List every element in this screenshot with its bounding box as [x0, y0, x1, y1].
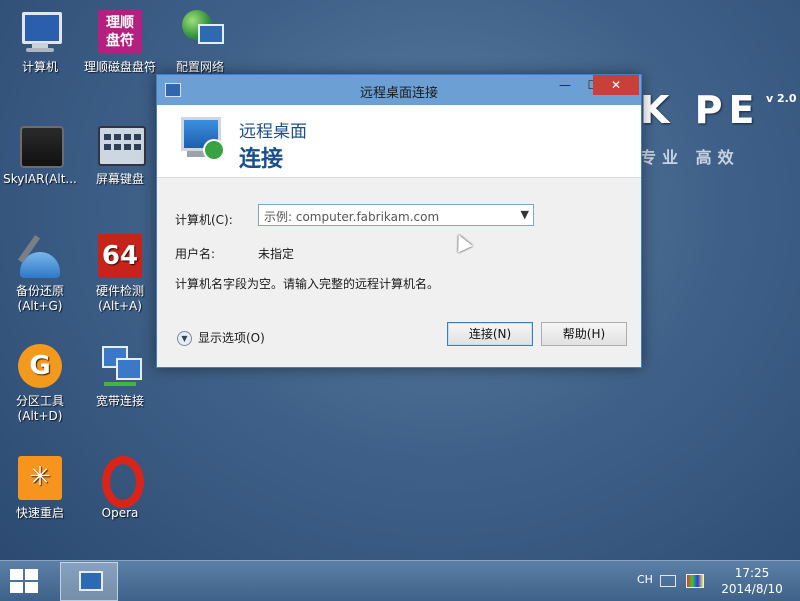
- computer-combobox[interactable]: 示例: computer.fabrikam.com ▼: [258, 204, 534, 226]
- header-title-line2: 连接: [239, 147, 284, 172]
- display-tray-icon[interactable]: [686, 574, 704, 588]
- desktop-icon-label: 硬件检测 (Alt+A): [95, 284, 144, 313]
- hardware-check-icon: 64: [96, 232, 144, 280]
- desktop-icon-network-config[interactable]: 配置网络: [160, 8, 240, 75]
- desktop-icon-label: 分区工具 (Alt+D): [15, 394, 64, 423]
- desktop-icon-label: 快速重启: [15, 506, 64, 520]
- show-options-toggle[interactable]: ▼ 显示选项(O): [177, 329, 265, 346]
- dialog-header: 远程桌面 连接: [157, 105, 641, 178]
- network-globe-icon: [176, 8, 224, 56]
- computer-input-placeholder: 示例: computer.fabrikam.com: [264, 210, 440, 224]
- minimize-button[interactable]: —: [551, 75, 579, 95]
- clock-date: 2014/8/10: [721, 582, 783, 596]
- taskbar-remote-desktop-button[interactable]: [60, 562, 118, 601]
- desktop-icon-label: 理顺磁盘盘符: [83, 60, 156, 74]
- drive-letter-icon: 理顺 盘符: [96, 8, 144, 56]
- clock-time: 17:25: [734, 566, 770, 580]
- desktop-icon-label: Opera: [101, 506, 139, 520]
- keyboard-icon: [96, 120, 146, 168]
- partition-tool-icon: G: [16, 342, 64, 390]
- desktop-icon-hardware-check[interactable]: 64 硬件检测 (Alt+A): [80, 232, 160, 314]
- remote-desktop-dialog: 远程桌面连接 — ☐ ✕ 远程桌面 连接 计算机(C): 示例: compute…: [156, 74, 642, 368]
- desktop-icon-label: 备份还原 (Alt+G): [15, 284, 64, 313]
- help-button[interactable]: 帮助(H): [541, 322, 627, 346]
- connect-button[interactable]: 连接(N): [447, 322, 533, 346]
- title-bar[interactable]: 远程桌面连接 — ☐ ✕: [157, 75, 641, 105]
- backup-restore-icon: [16, 232, 64, 280]
- language-indicator[interactable]: CH: [637, 573, 653, 586]
- desktop-icon-backup-restore[interactable]: 备份还原 (Alt+G): [0, 232, 80, 314]
- taskbar: CH 17:25 2014/8/10: [0, 560, 800, 601]
- start-button[interactable]: [10, 569, 40, 593]
- computer-icon: [16, 8, 64, 56]
- show-options-label: 显示选项(O): [198, 331, 265, 345]
- username-value: 未指定: [258, 247, 295, 261]
- desktop-icon-label: 配置网络: [175, 60, 224, 74]
- opera-icon: [96, 454, 144, 508]
- brand-subtitle: 专业 高效: [640, 148, 740, 167]
- header-title-line1: 远程桌面: [239, 122, 307, 142]
- computer-label: 计算机(C):: [175, 213, 233, 227]
- desktop-icon-quick-restart[interactable]: ✳ 快速重启: [0, 454, 80, 521]
- desktop-icon-label: SkyIAR(Alt...: [3, 172, 77, 186]
- desktop-icon-label: 计算机: [21, 60, 58, 74]
- expand-circle-icon: ▼: [177, 331, 192, 346]
- desktop-icon-partition-tool[interactable]: G 分区工具 (Alt+D): [0, 342, 80, 424]
- desktop-icon-onscreen-keyboard[interactable]: 屏幕键盘: [80, 120, 160, 187]
- desktop-icon-drive-letters[interactable]: 理顺 盘符 理顺磁盘盘符: [80, 8, 160, 75]
- restart-icon: ✳: [16, 454, 64, 502]
- network-computers-icon: [96, 342, 144, 390]
- keyboard-tray-icon[interactable]: [660, 575, 676, 587]
- desktop-icon-label: 屏幕键盘: [95, 172, 144, 186]
- chevron-down-icon[interactable]: ▼: [521, 208, 529, 221]
- remote-desktop-taskbar-icon: [79, 571, 103, 591]
- desktop-icon-computer[interactable]: 计算机: [0, 8, 80, 75]
- brand-logo: K PE: [640, 88, 761, 132]
- desktop-icon-broadband[interactable]: 宽带连接: [80, 342, 160, 409]
- hard-disk-icon: [16, 120, 64, 168]
- remote-desktop-icon: [177, 117, 225, 165]
- username-label: 用户名:: [175, 247, 216, 261]
- desktop-icon-label: 宽带连接: [95, 394, 144, 408]
- desktop-icon-opera[interactable]: Opera: [80, 454, 160, 521]
- validation-message: 计算机名字段为空。请输入完整的远程计算机名。: [175, 277, 440, 291]
- system-clock[interactable]: 17:25 2014/8/10: [712, 565, 792, 597]
- desktop-icon-skyiar[interactable]: SkyIAR(Alt...: [0, 120, 80, 187]
- close-button[interactable]: ✕: [593, 75, 639, 95]
- brand-version: v 2.0: [766, 92, 797, 105]
